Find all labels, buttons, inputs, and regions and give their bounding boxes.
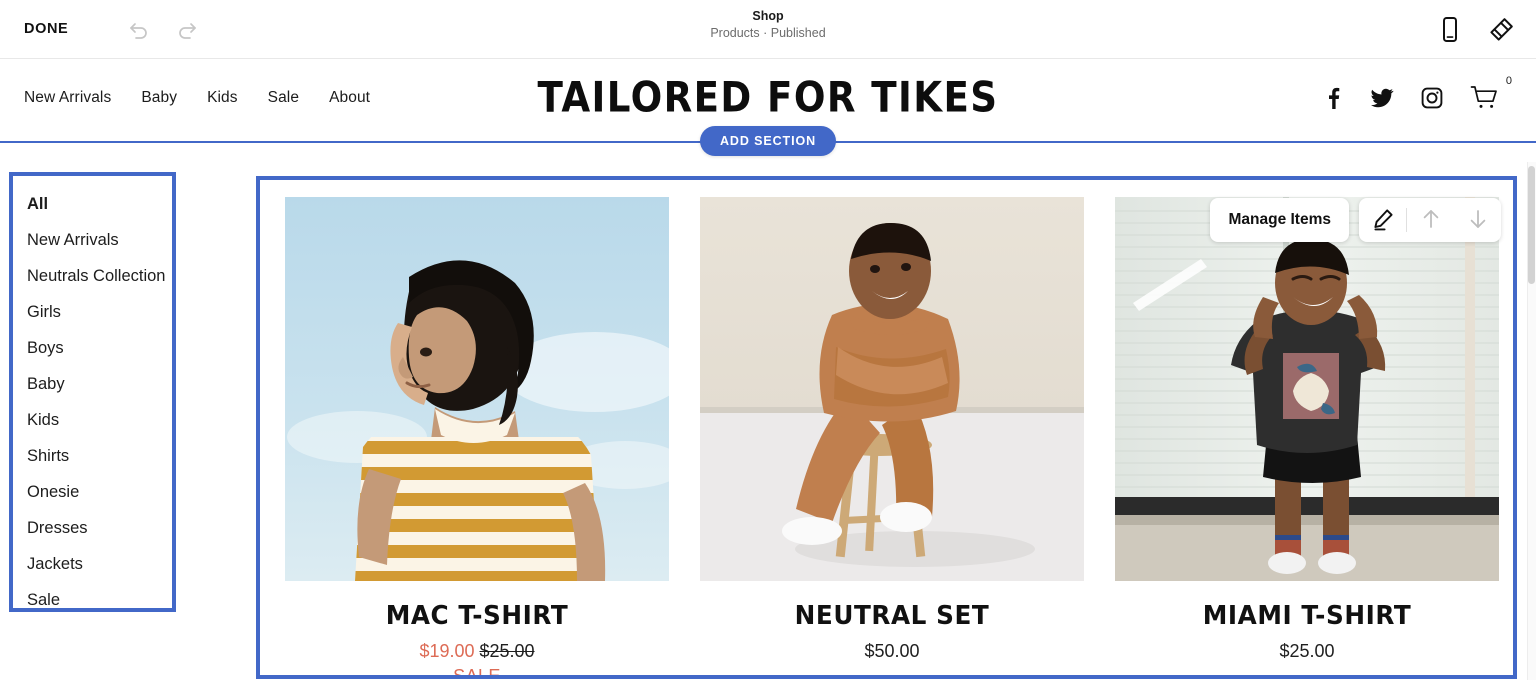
product-sale-badge: SALE [453, 666, 501, 679]
primary-nav: New Arrivals Baby Kids Sale About [24, 89, 370, 107]
move-section-down-button[interactable] [1454, 198, 1501, 242]
site-header-nav: New Arrivals Baby Kids Sale About TAILOR… [0, 59, 1536, 136]
category-item-kids[interactable]: Kids [27, 402, 172, 438]
neutral-sweatsuit-photo [700, 197, 1084, 581]
page-title: Shop [752, 9, 784, 23]
nav-item-new-arrivals[interactable]: New Arrivals [24, 89, 111, 107]
product-regular-price: $25.00 [1279, 641, 1335, 661]
product-title: MIAMI T-SHIRT [1202, 601, 1412, 631]
product-image[interactable] [285, 197, 669, 581]
edit-section-button[interactable] [1359, 198, 1406, 242]
shopping-cart-icon[interactable]: 0 [1470, 75, 1512, 111]
section-divider: ADD SECTION [0, 126, 1536, 162]
product-grid: MAC T-SHIRT $19.00 $25.00 SALE NEUTRAL S… [260, 180, 1513, 679]
nav-item-kids[interactable]: Kids [207, 89, 238, 107]
striped-tshirt-photo [285, 197, 669, 581]
miami-graphic-tee-photo [1115, 197, 1499, 581]
nav-item-sale[interactable]: Sale [268, 89, 299, 107]
product-image[interactable] [700, 197, 1084, 581]
category-item-baby[interactable]: Baby [27, 366, 172, 402]
category-list: All New Arrivals Neutrals Collection Gir… [27, 186, 172, 608]
nav-item-baby[interactable]: Baby [141, 89, 177, 107]
category-item-dresses[interactable]: Dresses [27, 510, 172, 546]
twitter-icon[interactable] [1370, 86, 1394, 110]
section-tool-group [1359, 198, 1501, 242]
product-title: MAC T-SHIRT [385, 601, 569, 631]
product-title: NEUTRAL SET [794, 601, 990, 631]
pencil-edit-icon [1371, 207, 1395, 234]
arrow-up-icon [1420, 207, 1442, 234]
done-button[interactable]: DONE [22, 17, 70, 41]
manage-items-button[interactable]: Manage Items [1210, 198, 1349, 242]
category-item-boys[interactable]: Boys [27, 330, 172, 366]
canvas-scrollbar-thumb[interactable] [1528, 166, 1535, 284]
editor-top-bar: DONE Shop Products · Published [0, 0, 1536, 59]
product-sale-price: $19.00 [419, 641, 475, 661]
product-card[interactable]: MIAMI T-SHIRT $25.00 [1115, 197, 1499, 675]
page-status-subtitle: Products · Published [710, 26, 826, 40]
product-price: $25.00 [1115, 639, 1499, 663]
mobile-device-icon[interactable] [1438, 16, 1462, 43]
add-section-button[interactable]: ADD SECTION [699, 126, 837, 156]
category-item-sale[interactable]: Sale [27, 582, 172, 608]
product-regular-price: $50.00 [864, 641, 920, 661]
cart-item-count: 0 [1505, 74, 1512, 87]
page-canvas: All New Arrivals Neutrals Collection Gir… [0, 162, 1536, 680]
redo-icon[interactable] [174, 16, 200, 42]
category-filter-panel[interactable]: All New Arrivals Neutrals Collection Gir… [9, 172, 176, 612]
category-item-girls[interactable]: Girls [27, 294, 172, 330]
category-item-new-arrivals[interactable]: New Arrivals [27, 222, 172, 258]
facebook-icon[interactable] [1322, 86, 1344, 110]
document-title-block: Shop Products · Published [0, 8, 1536, 42]
editor-bar-right-actions [1438, 0, 1516, 58]
canvas-scrollbar-track[interactable] [1527, 162, 1536, 680]
undo-icon[interactable] [126, 16, 152, 42]
arrow-down-icon [1467, 207, 1489, 234]
category-item-all[interactable]: All [27, 186, 172, 222]
category-item-jackets[interactable]: Jackets [27, 546, 172, 582]
instagram-icon[interactable] [1420, 86, 1444, 110]
category-item-onesie[interactable]: Onesie [27, 474, 172, 510]
product-price: $50.00 [700, 639, 1084, 663]
nav-item-about[interactable]: About [329, 89, 370, 107]
nav-right-actions: 0 [1322, 75, 1512, 111]
section-floating-toolbar: Manage Items [1210, 198, 1501, 242]
product-compare-price: $25.00 [479, 641, 535, 661]
category-item-neutrals-collection[interactable]: Neutrals Collection [27, 258, 172, 294]
category-item-shirts[interactable]: Shirts [27, 438, 172, 474]
product-grid-section[interactable]: MAC T-SHIRT $19.00 $25.00 SALE NEUTRAL S… [256, 176, 1517, 679]
product-card[interactable]: MAC T-SHIRT $19.00 $25.00 SALE [285, 197, 669, 679]
move-section-up-button[interactable] [1407, 198, 1454, 242]
paintbrush-icon[interactable] [1488, 15, 1516, 43]
product-price: $19.00 $25.00 [285, 639, 669, 663]
product-image[interactable] [1115, 197, 1499, 581]
product-card[interactable]: NEUTRAL SET $50.00 [700, 197, 1084, 675]
history-controls [126, 16, 200, 42]
